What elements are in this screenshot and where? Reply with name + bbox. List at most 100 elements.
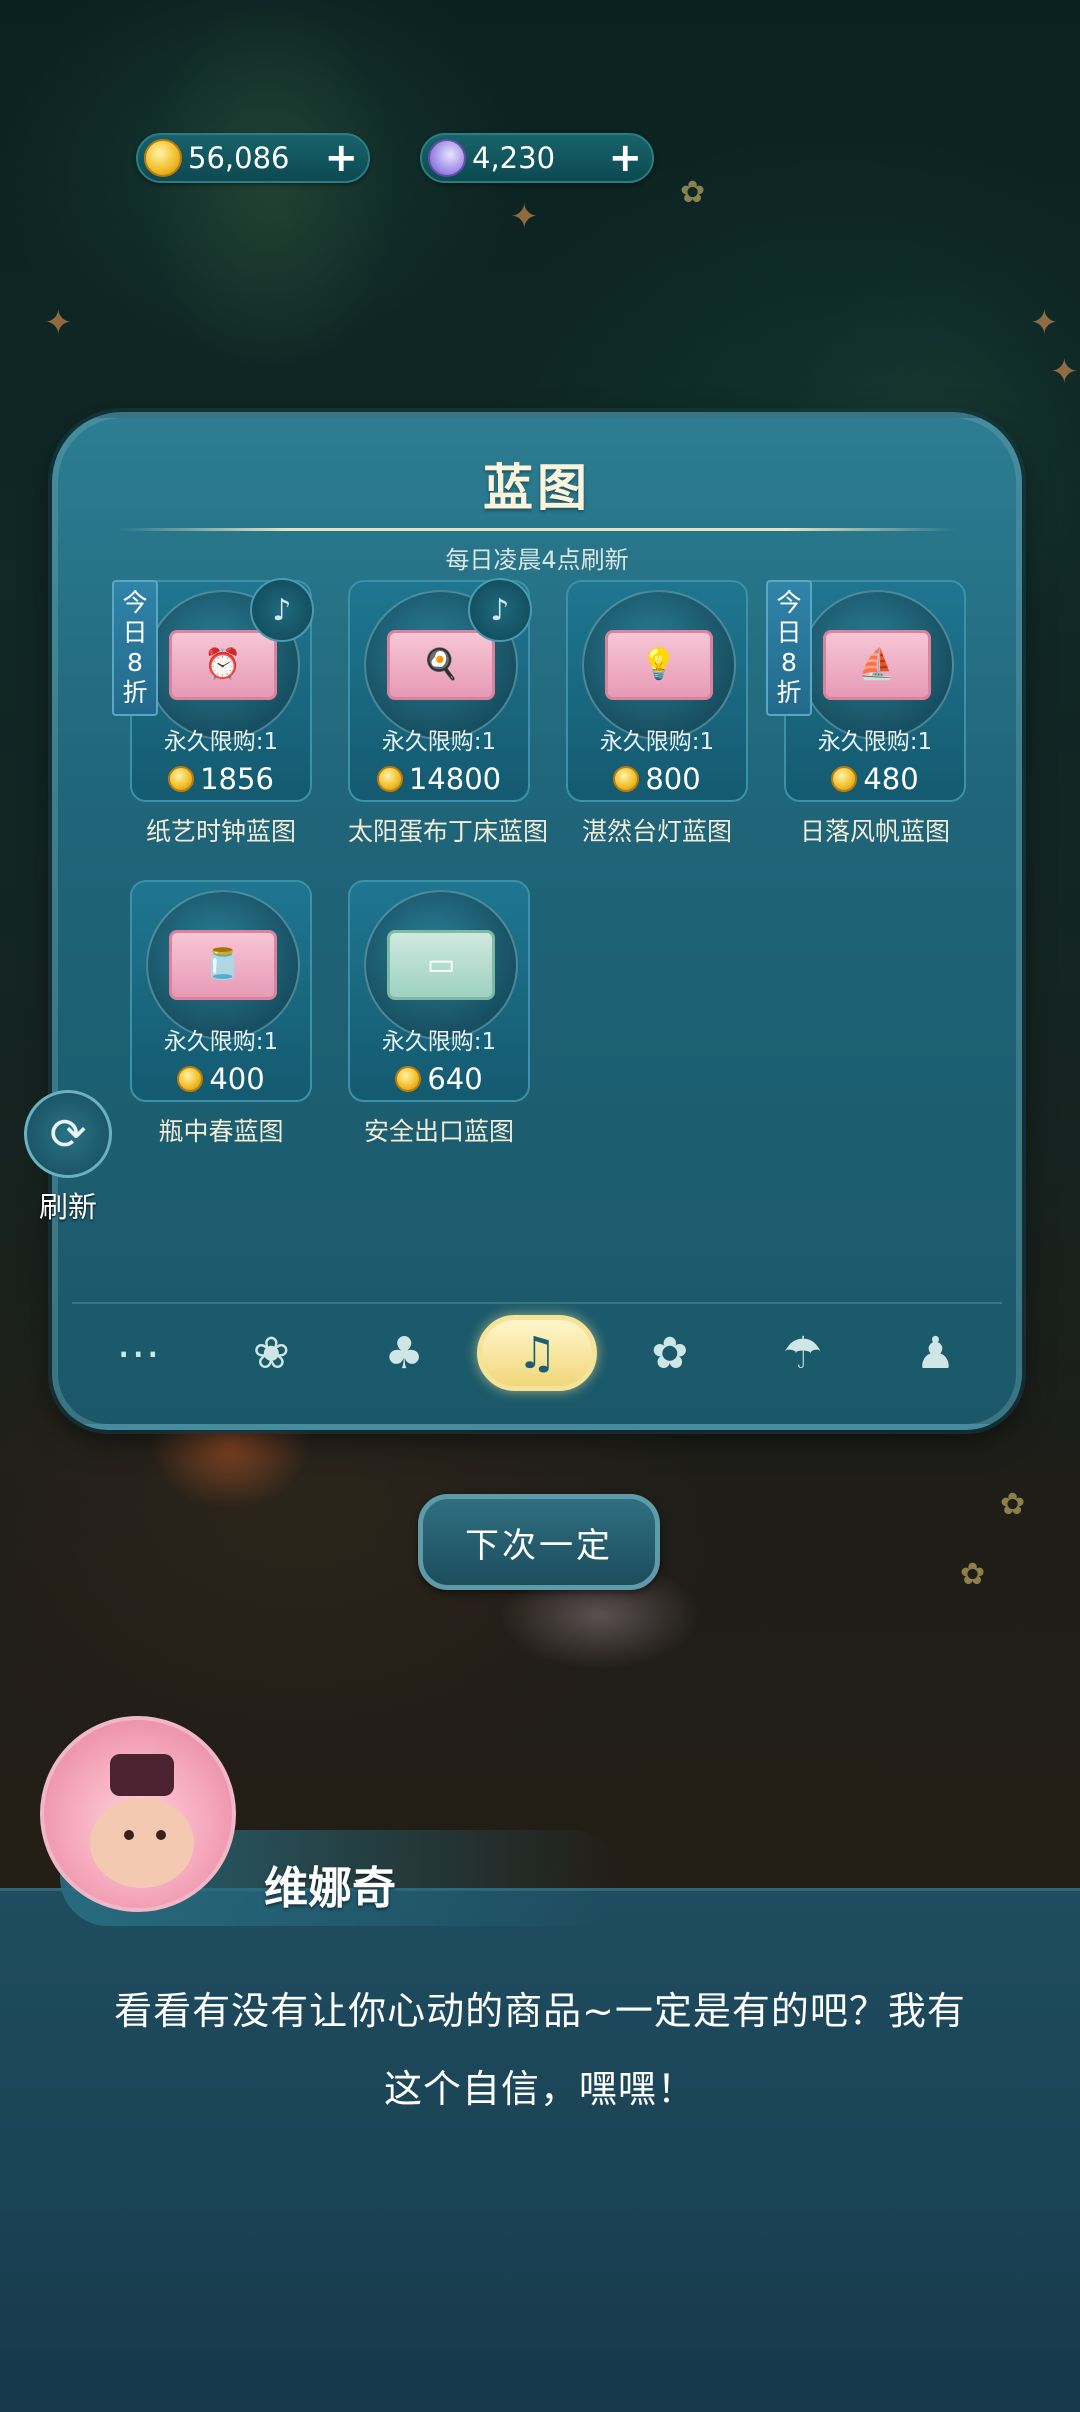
item-card[interactable]: ▭ 永久限购:1 640 <box>348 880 530 1102</box>
blueprint-scroll-icon: 💡 <box>605 630 713 700</box>
shop-item[interactable]: ▭ 永久限购:1 640 安全出口蓝图 <box>348 880 530 1148</box>
shop-item[interactable]: 🫙 永久限购:1 400 瓶中春蓝图 <box>130 880 312 1148</box>
coin-icon <box>831 766 858 792</box>
dialog-box[interactable] <box>0 1888 1080 2412</box>
item-price: 480 <box>786 762 964 796</box>
purchase-limit: 永久限购:1 <box>599 729 715 755</box>
badge-char: 日 <box>776 618 802 647</box>
refresh-icon: ⟳ <box>24 1090 112 1178</box>
flower-decoration: ✿ <box>960 1557 986 1592</box>
item-price: 640 <box>350 1062 528 1096</box>
leaf-decoration: ✦ <box>1030 303 1059 343</box>
title-divider <box>118 528 956 531</box>
clothes-tab-icon: ♟ <box>915 1327 956 1379</box>
badge-char: 8 <box>781 648 797 677</box>
purchase-limit: 永久限购:1 <box>381 1029 497 1055</box>
eye-icon <box>156 1830 166 1840</box>
bag-tab-icon: ♣ <box>384 1327 424 1379</box>
item-price: 14800 <box>350 762 528 796</box>
tab-clothes-tab[interactable]: ♟ <box>875 1315 995 1391</box>
item-card[interactable]: 💡 永久限购:1 800 <box>566 580 748 802</box>
item-name: 纸艺时钟蓝图 <box>145 817 296 846</box>
coin-icon <box>177 1066 204 1092</box>
blueprint-scroll-icon: ⏰ <box>169 630 277 700</box>
shop-item[interactable]: ⛵ 永久限购:1 480 今日 8 折日落风帆蓝图 <box>766 580 966 848</box>
lamp-icon: 💡 <box>640 647 678 682</box>
tab-blueprint-tab[interactable]: ♫ <box>476 1315 597 1391</box>
preview-music-icon[interactable]: ♪ <box>468 578 532 642</box>
background-foliage <box>140 0 400 380</box>
exit-sign-icon: ▭ <box>426 947 456 982</box>
egg-bed-icon: 🍳 <box>422 647 460 682</box>
coin-icon <box>613 766 640 792</box>
price-value: 480 <box>863 762 919 796</box>
refresh-button[interactable]: ⟳ 刷新 <box>24 1090 112 1226</box>
item-price: 800 <box>568 762 746 796</box>
blueprint-tab-icon: ♫ <box>517 1327 557 1379</box>
add-coins-button[interactable]: + <box>324 138 358 178</box>
price-value: 400 <box>209 1062 265 1096</box>
speaker-name: 维娜奇 <box>264 1863 396 1914</box>
coin-amount: 56,086 <box>188 141 290 175</box>
tab-bag-tab[interactable]: ♣ <box>344 1315 464 1391</box>
shop-item[interactable]: 💡 永久限购:1 800 湛然台灯蓝图 <box>566 580 748 848</box>
refresh-schedule: 每日凌晨4点刷新 <box>445 546 629 574</box>
coin-icon <box>144 139 182 177</box>
coin-icon <box>376 766 403 792</box>
moon-gem-icon <box>428 139 466 177</box>
moon-gem-balance: 4,230 + <box>420 133 654 183</box>
badge-char: 折 <box>122 678 148 707</box>
purchase-limit: 永久限购:1 <box>163 729 279 755</box>
category-tab-bar: ⋯ ❀ ♣ ♫ ✿ ☂ ♟ <box>72 1302 1002 1402</box>
umbrella-tab-icon: ☂ <box>782 1327 823 1379</box>
bow-icon <box>110 1754 174 1796</box>
item-price: 1856 <box>132 762 310 796</box>
next-time-button[interactable]: 下次一定 <box>418 1494 660 1590</box>
price-value: 1856 <box>200 762 274 796</box>
shop-item[interactable]: 🍳 永久限购:1 14800 ♪ 太阳蛋布丁床蓝图 <box>348 578 549 848</box>
dialog-line: 看看有没有让你心动的商品~一定是有的吧？我有 <box>114 1989 966 2033</box>
purchase-limit: 永久限购:1 <box>163 1029 279 1055</box>
sailboat-icon: ⛵ <box>858 647 896 682</box>
flower-decoration: ✿ <box>680 175 706 210</box>
item-card[interactable]: ⛵ 永久限购:1 480 今日 8 折 <box>766 580 966 802</box>
food-tab-icon: ❀ <box>252 1327 290 1379</box>
purchase-limit: 永久限购:1 <box>381 729 497 755</box>
face-icon <box>90 1798 194 1888</box>
add-moon-gems-button[interactable]: + <box>608 138 642 178</box>
item-name: 湛然台灯蓝图 <box>581 817 732 846</box>
item-card[interactable]: 🫙 永久限购:1 400 <box>130 880 312 1102</box>
leaf-decoration: ✦ <box>1050 352 1079 392</box>
jar-icon: 🫙 <box>204 947 242 982</box>
badge-char: 今 <box>776 588 802 617</box>
badge-char: 折 <box>776 678 802 707</box>
item-card[interactable]: ⏰ 永久限购:1 1856 今日 8 折 ♪ <box>112 578 314 802</box>
purchase-limit: 永久限购:1 <box>817 729 933 755</box>
dialog-text: 看看有没有让你心动的商品~一定是有的吧？我有 这个自信，嘿嘿！ <box>70 1972 1010 2128</box>
tab-lamp-tab[interactable]: ✿ <box>610 1315 730 1391</box>
refresh-label: 刷新 <box>38 1190 97 1224</box>
badge-char: 今 <box>122 588 148 617</box>
more-icon: ⋯ <box>116 1327 161 1379</box>
coin-icon <box>168 766 195 792</box>
coin-balance: 56,086 + <box>136 133 370 183</box>
tab-more[interactable]: ⋯ <box>78 1315 198 1391</box>
leaf-decoration: ✦ <box>510 197 539 237</box>
item-card[interactable]: 🍳 永久限购:1 14800 ♪ <box>348 578 532 802</box>
discount-badge: 今日8折 <box>766 580 812 716</box>
preview-music-icon[interactable]: ♪ <box>250 578 314 642</box>
blueprint-shop-panel: 蓝图 每日凌晨4点刷新 ⏰ 永久限购:1 1856 今日 8 折 ♪ 纸艺时钟蓝图 🍳 永久限购:… <box>52 412 1022 1430</box>
item-price: 400 <box>132 1062 310 1096</box>
tab-food-tab[interactable]: ❀ <box>211 1315 331 1391</box>
blueprint-scroll-icon: ⛵ <box>823 630 931 700</box>
badge-char: 8 <box>127 648 143 677</box>
moon-gem-amount: 4,230 <box>472 141 556 175</box>
dialog-line: 这个自信，嘿嘿！ <box>383 2067 696 2111</box>
price-value: 800 <box>645 762 701 796</box>
tab-umbrella-tab[interactable]: ☂ <box>743 1315 863 1391</box>
item-name: 太阳蛋布丁床蓝图 <box>348 817 549 846</box>
price-value: 14800 <box>408 762 502 796</box>
shop-item[interactable]: ⏰ 永久限购:1 1856 今日 8 折 ♪ 纸艺时钟蓝图 <box>112 578 314 848</box>
price-value: 640 <box>427 1062 483 1096</box>
speaker-avatar <box>40 1716 236 1912</box>
